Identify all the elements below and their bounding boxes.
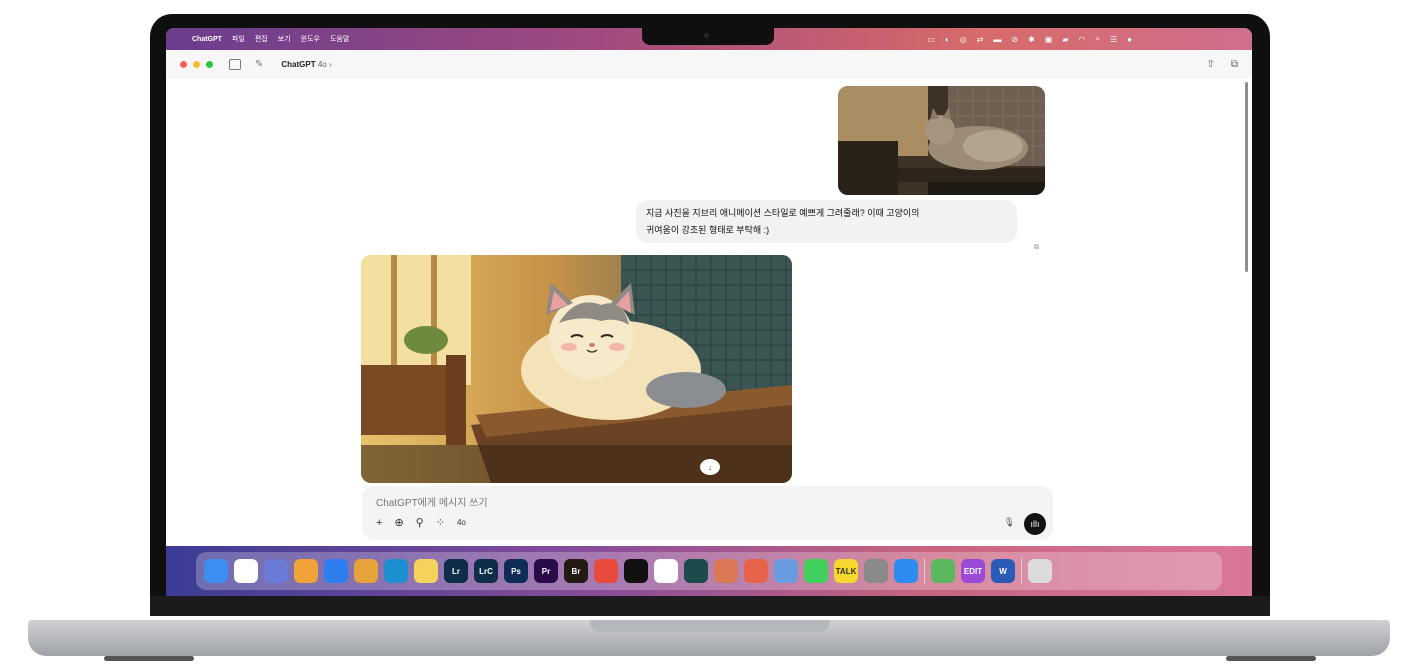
tools-icon[interactable]: ⚲ [416,516,424,529]
dock-arc-icon[interactable] [744,559,768,583]
status-icon-5[interactable]: ▬ [993,35,1001,44]
dock-app-red-icon[interactable] [594,559,618,583]
dock-lightroom-icon[interactable]: Lr [444,559,468,583]
menu-window[interactable]: 윈도우 [301,34,320,44]
dock-notes-icon[interactable] [414,559,438,583]
zoom-window-button[interactable] [206,60,213,68]
dock-chatgpt-icon[interactable] [654,559,678,583]
laptop-foot-right [1226,656,1316,661]
microphone-icon[interactable]: 🎙 [1004,517,1015,528]
dock-photos-icon[interactable] [294,559,318,583]
composer-placeholder[interactable]: ChatGPT에게 메시지 쓰기 [376,494,488,509]
dock-app-store-icon[interactable] [894,559,918,583]
dock-safari-icon[interactable] [324,559,348,583]
generated-image[interactable]: ↓ [361,255,792,483]
copy-icon[interactable]: ⧉ [1034,244,1039,252]
dock-messages-icon[interactable] [804,559,828,583]
battery-icon[interactable]: ▰ [1062,35,1068,44]
dock-calendar-icon[interactable] [234,559,258,583]
close-window-button[interactable] [180,60,187,68]
dock-separator [1021,558,1022,584]
dock-word-icon[interactable]: W [991,559,1015,583]
dock-capcut-icon[interactable] [624,559,648,583]
dock: Lr LrC Ps Pr Br TALK EDIT W [196,552,1222,590]
display-icon[interactable]: ▣ [1045,35,1053,44]
dock-edit-app-icon[interactable]: EDIT [961,559,985,583]
dock-maps-icon[interactable] [931,559,955,583]
dock-trash-icon[interactable] [1028,559,1052,583]
status-icon-2[interactable]: ◐ [945,35,950,44]
menu-file[interactable]: 파일 [232,34,245,44]
download-icon[interactable]: ↓ [700,459,720,475]
menu-view[interactable]: 보기 [278,34,291,44]
screen: ChatGPT 파일 편집 보기 윈도우 도움말 ▭ ◐ ◎ ⇄ ▬ ⊘ ✱ ▣… [166,28,1252,596]
attach-plus-icon[interactable]: + [376,517,382,529]
user-message-line1: 지금 사진을 지브리 애니메이션 스타일로 예쁘게 그려줄래? 이때 고양이의 [646,208,920,218]
laptop-foot-left [104,656,194,661]
siri-icon[interactable]: ● [1127,35,1132,44]
menu-app-name[interactable]: ChatGPT [192,36,222,43]
message-composer[interactable]: ChatGPT에게 메시지 쓰기 + ⊕ ⚲ ⁘ 4o 🎙 ıllı [362,486,1053,540]
dock-edge-icon[interactable] [384,559,408,583]
voice-mode-button[interactable]: ıllı [1024,513,1046,535]
status-icon-3[interactable]: ◎ [960,35,967,44]
user-uploaded-photo[interactable] [838,86,1045,195]
menu-help[interactable]: 도움말 [330,34,349,44]
model-version: 4o [317,59,327,69]
window-mode-icon[interactable]: ⧉ [1231,59,1238,70]
wifi-icon[interactable]: ◠ [1079,35,1086,44]
camera-icon [704,33,709,38]
minimize-window-button[interactable] [193,60,200,68]
dock-photoshop-icon[interactable]: Ps [504,559,528,583]
chat-area: 지금 사진을 지브리 애니메이션 스타일로 예쁘게 그려줄래? 이때 고양이의 … [166,78,1252,596]
camera-notch [642,28,774,45]
status-icon-6[interactable]: ⊘ [1011,35,1018,44]
model-badge[interactable]: 4o [457,518,466,527]
laptop-thumb-notch [590,620,830,632]
dock-kakaotalk-icon[interactable]: TALK [834,559,858,583]
control-center-icon[interactable]: ☰ [1110,35,1117,44]
menu-edit[interactable]: 편집 [255,34,268,44]
model-selector[interactable]: ChatGPT 4o › [281,60,331,69]
dock-perplexity-icon[interactable] [684,559,708,583]
reasoning-icon[interactable]: ⁘ [436,516,445,529]
dock-settings-icon[interactable] [864,559,888,583]
model-name: ChatGPT [281,59,316,69]
scrollbar[interactable] [1245,82,1248,272]
status-icon-4[interactable]: ⇄ [977,35,984,44]
new-chat-icon[interactable]: ✎ [255,59,263,70]
dock-app-blue-icon[interactable] [774,559,798,583]
dock-lightroom-classic-icon[interactable]: LrC [474,559,498,583]
status-icon-1[interactable]: ▭ [927,35,935,44]
spotlight-icon[interactable]: ⌕ [1096,34,1100,44]
dock-separator [924,558,925,584]
dock-chrome-icon[interactable] [354,559,378,583]
web-search-globe-icon[interactable]: ⊕ [394,516,403,529]
sidebar-toggle-icon[interactable] [229,58,241,70]
dock-premiere-icon[interactable]: Pr [534,559,558,583]
dock-finder-icon[interactable] [204,559,228,583]
user-message-bubble: 지금 사진을 지브리 애니메이션 스타일로 예쁘게 그려줄래? 이때 고양이의 … [636,200,1017,243]
dock-bridge-icon[interactable]: Br [564,559,588,583]
dock-launchpad-icon[interactable] [264,559,288,583]
dock-claude-icon[interactable] [714,559,738,583]
share-icon[interactable]: ⇧ [1206,59,1214,70]
window-controls [180,60,213,68]
window-titlebar: ✎ ChatGPT 4o › ⇧ ⧉ [166,50,1252,79]
user-message-line2: 귀여움이 강조된 형태로 부탁해 :) [646,225,770,235]
composer-tools: + ⊕ ⚲ ⁘ 4o [376,516,466,530]
chevron-right-icon: › [329,59,332,69]
bluetooth-icon[interactable]: ✱ [1028,35,1035,44]
laptop-hinge [150,596,1270,616]
